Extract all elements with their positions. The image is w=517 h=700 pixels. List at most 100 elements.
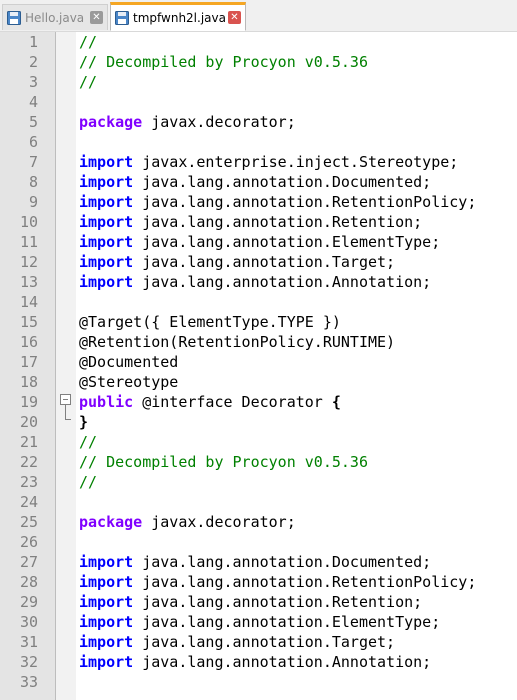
code-line[interactable]: 9 import java.lang.annotation.RetentionPo…: [0, 192, 517, 212]
code-line[interactable]: 20}: [0, 412, 517, 432]
line-code: package javax.decorator;: [79, 512, 296, 532]
code-line[interactable]: 26: [0, 532, 517, 552]
code-line[interactable]: 30 import java.lang.annotation.ElementTyp…: [0, 612, 517, 632]
line-number: 19: [19, 393, 38, 411]
code-token: import: [79, 573, 134, 591]
tab-hello-java[interactable]: Hello.java ✕: [2, 4, 108, 30]
code-token: java.lang.annotation.RetentionPolicy;: [133, 193, 477, 211]
code-editor[interactable]: 1 // 2 // Decompiled by Procyon v0.5.36 3 // 4…: [0, 32, 517, 700]
code-token: @Stereotype: [79, 373, 179, 391]
code-line[interactable]: 4: [0, 92, 517, 112]
line-number: 5: [28, 113, 38, 131]
line-number: 22: [19, 453, 38, 471]
line-number: 24: [19, 493, 38, 511]
code-line[interactable]: 21 //: [0, 432, 517, 452]
line-code: import java.lang.annotation.Annotation;: [79, 272, 431, 292]
code-line[interactable]: 12 import java.lang.annotation.Target;: [0, 252, 517, 272]
code-line[interactable]: 22 // Decompiled by Procyon v0.5.36: [0, 452, 517, 472]
line-number: 33: [19, 673, 38, 691]
line-code: public @interface Decorator {: [79, 392, 341, 412]
code-token: import: [79, 593, 134, 611]
code-token: @Retention(RetentionPolicy.RUNTIME): [79, 333, 396, 351]
line-number: 16: [19, 333, 38, 351]
line-code: import java.lang.annotation.Documented;: [79, 552, 431, 572]
code-token: import: [79, 233, 134, 251]
line-number: 23: [19, 473, 38, 491]
line-code: import java.lang.annotation.RetentionPol…: [79, 192, 476, 212]
code-line[interactable]: 33: [0, 672, 517, 692]
close-tab-icon[interactable]: ✕: [228, 11, 241, 24]
line-number: 11: [19, 233, 38, 251]
code-token: //: [79, 473, 98, 491]
code-line[interactable]: 8 import java.lang.annotation.Documented;: [0, 172, 517, 192]
code-token: java.lang.annotation.Retention;: [133, 593, 423, 611]
code-line[interactable]: 3 //: [0, 72, 517, 92]
code-line[interactable]: 19 public @interface Decorator {: [0, 392, 517, 412]
code-token: import: [79, 613, 134, 631]
code-line[interactable]: 23 //: [0, 472, 517, 492]
line-code: import java.lang.annotation.Target;: [79, 252, 395, 272]
code-line[interactable]: 1 //: [0, 32, 517, 52]
code-line[interactable]: 10 import java.lang.annotation.Retention;: [0, 212, 517, 232]
code-line[interactable]: 13 import java.lang.annotation.Annotation…: [0, 272, 517, 292]
code-token: import: [79, 213, 134, 231]
code-line[interactable]: 28 import java.lang.annotation.RetentionP…: [0, 572, 517, 592]
line-number: 20: [19, 413, 38, 431]
line-code: @Retention(RetentionPolicy.RUNTIME): [79, 332, 395, 352]
line-number: 8: [28, 173, 38, 191]
line-number: 17: [19, 353, 38, 371]
code-token: import: [79, 193, 134, 211]
code-token: java.lang.annotation.Documented;: [133, 173, 432, 191]
line-number: 6: [28, 133, 38, 151]
line-number: 18: [19, 373, 38, 391]
close-tab-icon[interactable]: ✕: [90, 11, 103, 24]
code-line[interactable]: 29 import java.lang.annotation.Retention;: [0, 592, 517, 612]
code-token: import: [79, 253, 134, 271]
code-token: import: [79, 553, 134, 571]
code-line[interactable]: 2 // Decompiled by Procyon v0.5.36: [0, 52, 517, 72]
line-code: import javax.enterprise.inject.Stereotyp…: [79, 152, 458, 172]
code-line[interactable]: 15 @Target({ ElementType.TYPE }): [0, 312, 517, 332]
code-token: java.lang.annotation.Retention;: [133, 213, 423, 231]
tab-tmpfwnh2l-java[interactable]: tmpfwnh2l.java ✕: [110, 2, 246, 31]
line-number: 13: [19, 273, 38, 291]
code-token: @interface Decorator: [133, 393, 332, 411]
code-line[interactable]: 11 import java.lang.annotation.ElementTyp…: [0, 232, 517, 252]
code-token: //: [79, 33, 98, 51]
code-token: public: [79, 393, 134, 411]
line-code: @Stereotype: [79, 372, 178, 392]
code-token: import: [79, 153, 134, 171]
line-code: import java.lang.annotation.Retention;: [79, 592, 422, 612]
code-line[interactable]: 24: [0, 492, 517, 512]
code-line[interactable]: 31 import java.lang.annotation.Target;: [0, 632, 517, 652]
line-code: // Decompiled by Procyon v0.5.36: [79, 452, 368, 472]
line-code: //: [79, 32, 97, 52]
line-code: // Decompiled by Procyon v0.5.36: [79, 52, 368, 72]
code-line[interactable]: 14: [0, 292, 517, 312]
line-code: import java.lang.annotation.ElementType;: [79, 232, 440, 252]
code-line[interactable]: 27 import java.lang.annotation.Documented…: [0, 552, 517, 572]
code-line[interactable]: 5 package javax.decorator;: [0, 112, 517, 132]
save-disk-icon: [7, 10, 21, 25]
line-code: }: [79, 412, 88, 432]
line-number: 25: [19, 513, 38, 531]
code-lines: 1 // 2 // Decompiled by Procyon v0.5.36 3 // 4…: [0, 32, 517, 692]
code-line[interactable]: 17 @Documented: [0, 352, 517, 372]
code-line[interactable]: 7 import javax.enterprise.inject.Stereoty…: [0, 152, 517, 172]
code-token: //: [79, 73, 98, 91]
code-token: java.lang.annotation.Target;: [133, 633, 396, 651]
code-token: javax.decorator;: [142, 513, 296, 531]
code-token: java.lang.annotation.ElementType;: [133, 233, 441, 251]
line-code: //: [79, 472, 97, 492]
code-line[interactable]: 6: [0, 132, 517, 152]
line-code: //: [79, 432, 97, 452]
code-line[interactable]: 25 package javax.decorator;: [0, 512, 517, 532]
code-line[interactable]: 32 import java.lang.annotation.Annotation…: [0, 652, 517, 672]
line-number: 32: [19, 653, 38, 671]
code-token: import: [79, 173, 134, 191]
code-line[interactable]: 16 @Retention(RetentionPolicy.RUNTIME): [0, 332, 517, 352]
code-token: @Documented: [79, 353, 179, 371]
line-code: import java.lang.annotation.Annotation;: [79, 652, 431, 672]
line-code: //: [79, 72, 97, 92]
code-line[interactable]: 18 @Stereotype: [0, 372, 517, 392]
